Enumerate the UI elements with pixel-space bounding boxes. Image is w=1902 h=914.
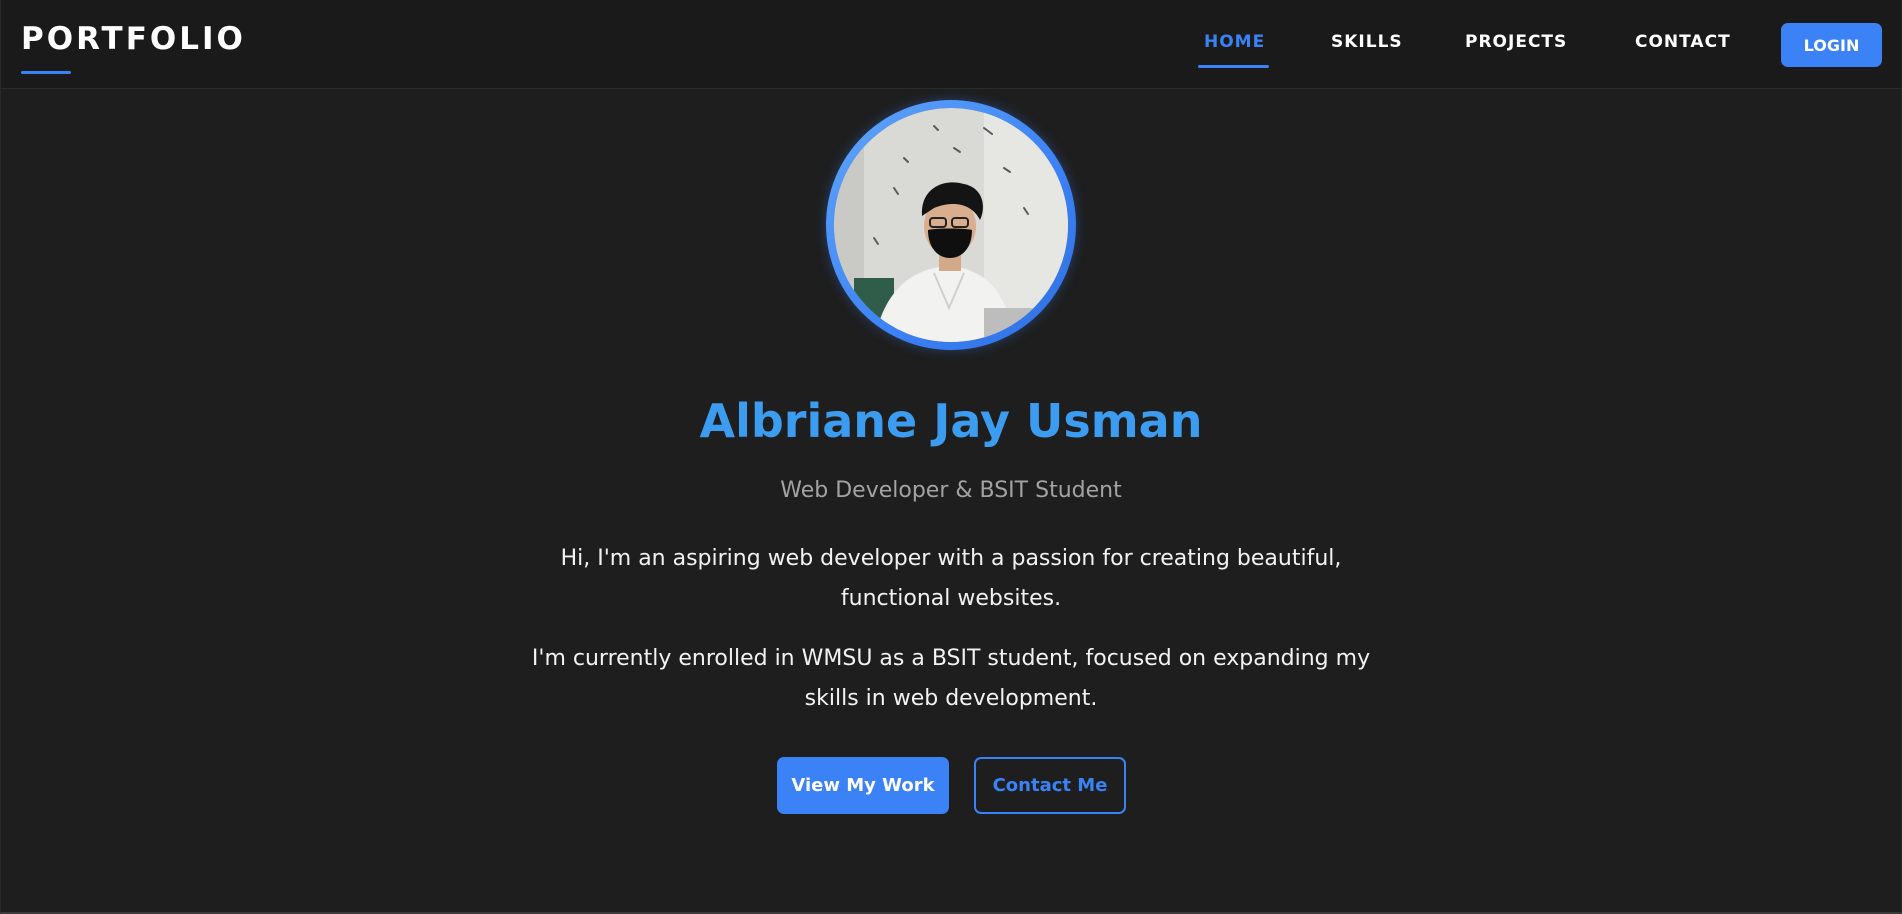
avatar-photo (834, 108, 1068, 342)
avatar-ring (826, 100, 1076, 350)
nav-link-skills[interactable]: SKILLS (1331, 34, 1403, 51)
page: PORTFOLIO HOME SKILLS PROJECTS CONTACT L… (0, 0, 1902, 914)
logo[interactable]: PORTFOLIO (21, 24, 246, 55)
nav-link-contact[interactable]: CONTACT (1635, 34, 1731, 51)
hero-name: Albriane Jay Usman (699, 394, 1203, 448)
nav-active-indicator (1198, 65, 1269, 68)
avatar (834, 108, 1068, 342)
contact-me-button[interactable]: Contact Me (974, 757, 1126, 814)
logo-underline (21, 71, 71, 74)
login-button[interactable]: LOGIN (1781, 23, 1882, 67)
hero-subtitle: Web Developer & BSIT Student (780, 478, 1122, 503)
hero-education-paragraph: I'm currently enrolled in WMSU as a BSIT… (531, 646, 1371, 711)
navbar: PORTFOLIO HOME SKILLS PROJECTS CONTACT L… (1, 0, 1901, 89)
view-my-work-button[interactable]: View My Work (777, 757, 949, 814)
nav-link-home[interactable]: HOME (1204, 34, 1265, 51)
hero-intro-paragraph: Hi, I'm an aspiring web developer with a… (560, 546, 1342, 611)
nav-link-projects[interactable]: PROJECTS (1465, 34, 1567, 51)
